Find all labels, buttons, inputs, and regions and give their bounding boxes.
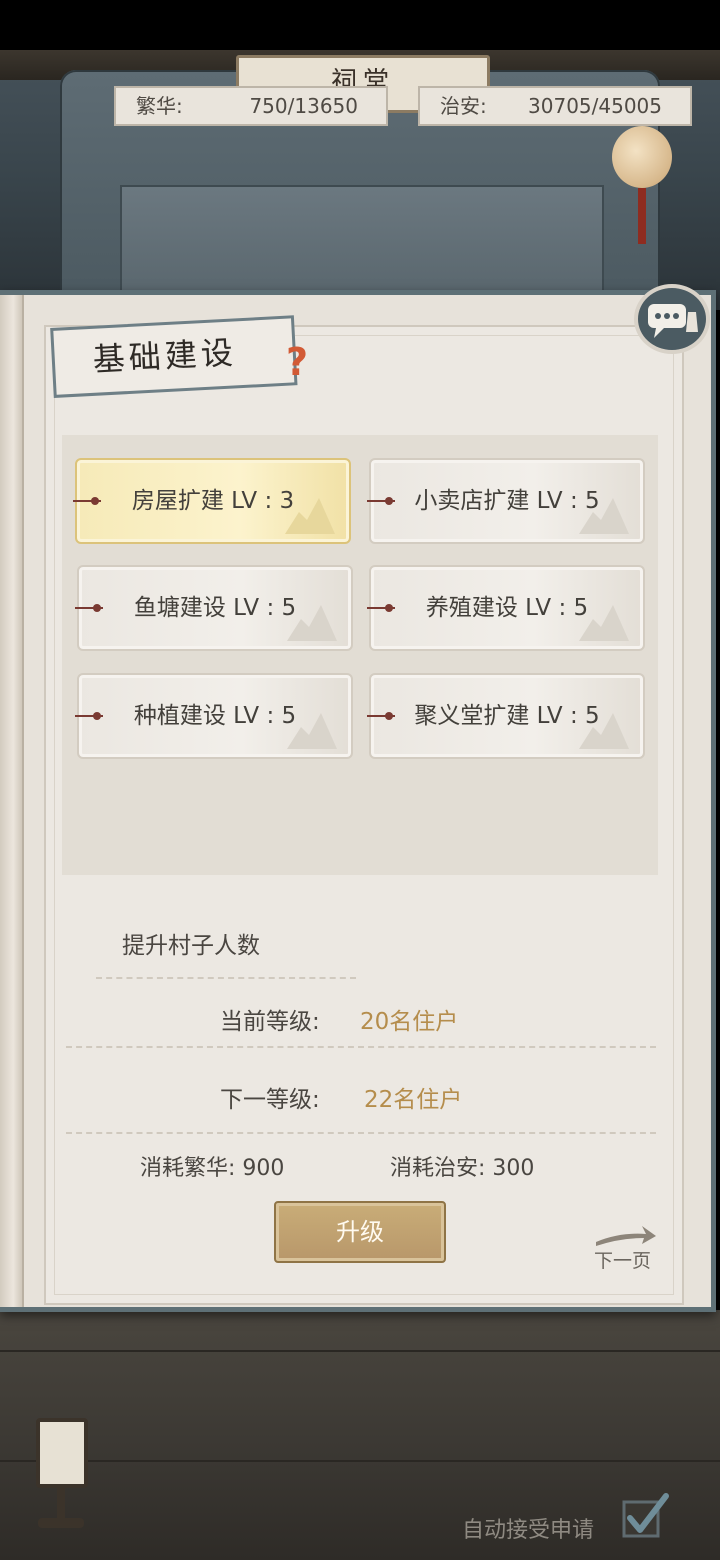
building-label: 鱼塘建设 LV : 5 xyxy=(133,595,297,621)
auto-accept-checkbox[interactable] xyxy=(622,1492,670,1540)
current-level-label: 当前等级: xyxy=(220,1009,320,1035)
building-planting[interactable]: 种植建设 LV : 5 xyxy=(75,673,353,759)
mountain-icon xyxy=(579,605,629,641)
section-title-tag: 基础建设 xyxy=(50,315,298,398)
cost-prosperity-value: 900 xyxy=(242,1156,285,1181)
floor-lamp-stem xyxy=(57,1488,65,1518)
prosperity-value: 750/13650 xyxy=(249,94,358,118)
current-level-value: 20名住户 xyxy=(360,1009,459,1035)
next-page-label[interactable]: 下一页 xyxy=(594,1246,651,1273)
background-floor xyxy=(0,1310,720,1560)
building-shop-expansion[interactable]: 小卖店扩建 LV : 5 xyxy=(367,458,645,544)
chat-button[interactable] xyxy=(634,284,710,354)
pin-icon xyxy=(367,604,395,612)
lantern-tassel xyxy=(638,188,646,244)
floor-lamp-base xyxy=(38,1518,84,1528)
building-hall-expansion[interactable]: 聚义堂扩建 LV : 5 xyxy=(367,673,645,759)
pin-icon xyxy=(75,712,103,720)
building-house-expansion[interactable]: 房屋扩建 LV : 3 xyxy=(73,458,351,544)
floor-plank xyxy=(0,1460,720,1462)
game-screen: 祠堂 繁华: 750/13650 治安: 30705/45005 自动接受申请 … xyxy=(0,0,720,1560)
cost-security-label: 消耗治安: xyxy=(390,1156,486,1181)
mountain-icon xyxy=(579,498,629,534)
floor-lamp-icon xyxy=(36,1418,88,1488)
mountain-icon xyxy=(285,498,335,534)
building-label: 聚义堂扩建 LV : 5 xyxy=(414,703,600,729)
building-label: 房屋扩建 LV : 3 xyxy=(131,488,295,514)
building-livestock[interactable]: 养殖建设 LV : 5 xyxy=(367,565,645,651)
chat-bubble-icon xyxy=(648,304,698,338)
building-fishpond[interactable]: 鱼塘建设 LV : 5 xyxy=(75,565,353,651)
building-label: 养殖建设 LV : 5 xyxy=(425,595,589,621)
status-bar xyxy=(0,0,720,50)
divider xyxy=(66,1046,656,1049)
mountain-icon xyxy=(579,713,629,749)
security-stat: 治安: 30705/45005 xyxy=(418,86,692,126)
floor-plank xyxy=(0,1350,720,1352)
next-level-value: 22名住户 xyxy=(364,1087,463,1113)
divider xyxy=(66,1132,656,1135)
cost-security: 消耗治安: 300 xyxy=(390,1150,534,1182)
help-icon[interactable]: ? xyxy=(286,340,308,384)
cost-security-value: 300 xyxy=(492,1156,535,1181)
security-label: 治安: xyxy=(440,94,487,118)
pin-icon xyxy=(75,604,103,612)
prosperity-stat: 繁华: 750/13650 xyxy=(114,86,388,126)
upgrade-description: 提升村子人数 xyxy=(122,933,260,959)
book-spine xyxy=(0,295,24,1307)
building-label: 小卖店扩建 LV : 5 xyxy=(414,488,600,514)
pin-icon xyxy=(367,497,395,505)
upgrade-button[interactable]: 升级 xyxy=(274,1201,446,1263)
pin-icon xyxy=(73,497,101,505)
lantern-icon xyxy=(612,126,672,188)
security-value: 30705/45005 xyxy=(528,94,662,118)
cost-prosperity-label: 消耗繁华: xyxy=(140,1156,236,1181)
mountain-icon xyxy=(287,713,337,749)
next-level-label: 下一等级: xyxy=(220,1087,320,1113)
prosperity-label: 繁华: xyxy=(136,94,183,118)
cost-prosperity: 消耗繁华: 900 xyxy=(140,1150,284,1182)
divider xyxy=(96,977,356,980)
auto-accept-label: 自动接受申请 xyxy=(462,1518,595,1543)
pin-icon xyxy=(367,712,395,720)
building-label: 种植建设 LV : 5 xyxy=(133,703,297,729)
mountain-icon xyxy=(287,605,337,641)
